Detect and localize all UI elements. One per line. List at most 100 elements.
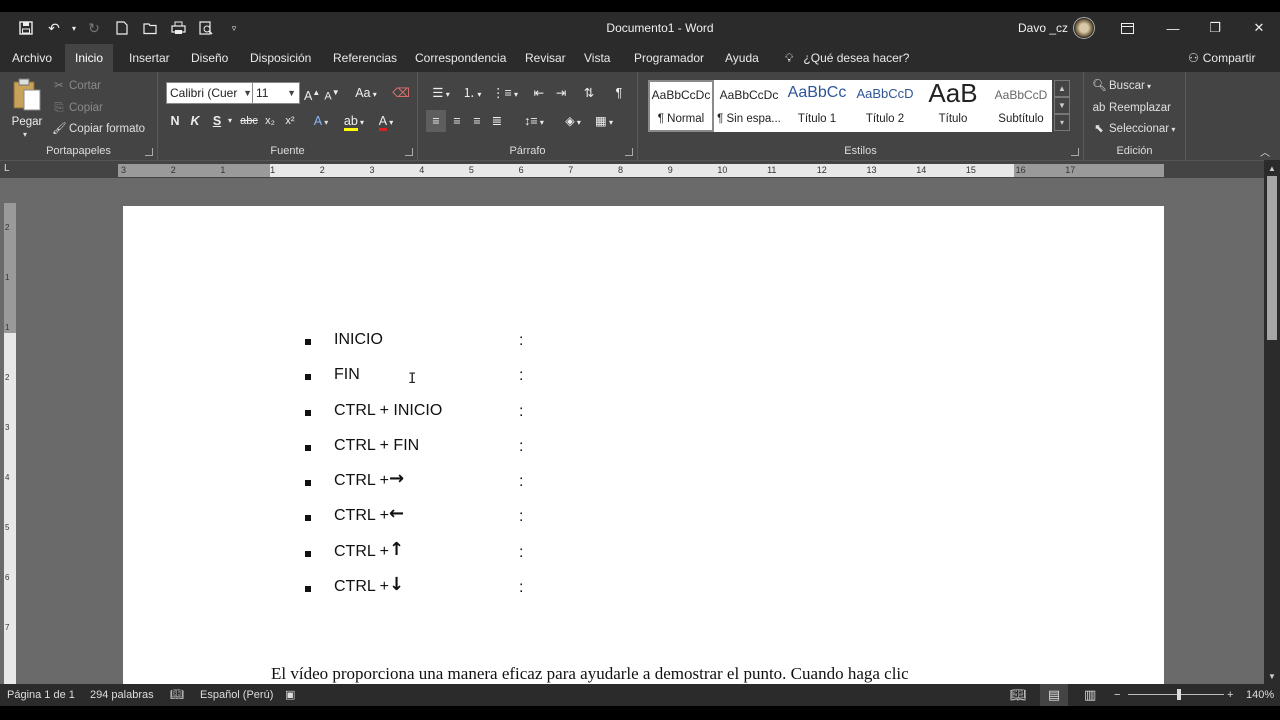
dialog-launcher-icon[interactable] (625, 148, 633, 156)
sort-icon[interactable]: ⇅ (580, 82, 598, 104)
show-marks-icon[interactable]: ¶ (610, 82, 628, 104)
list-item-key[interactable]: CTRL + (334, 471, 389, 491)
list-item-key[interactable]: FIN (334, 365, 360, 385)
shading-icon[interactable]: ◈ ▾ (560, 110, 586, 132)
clear-formatting-icon[interactable]: ⌫ (392, 82, 410, 104)
increase-indent-icon[interactable]: ⇥ (552, 82, 570, 104)
web-layout-icon[interactable]: ▥ (1084, 684, 1096, 706)
tab-referencias[interactable]: Referencias (323, 44, 407, 72)
list-item-key[interactable]: CTRL + INICIO (334, 401, 442, 421)
text-effects-icon[interactable]: A ▾ (310, 110, 332, 132)
tab-disposicion[interactable]: Disposición (240, 44, 321, 72)
style-titulo[interactable]: AaB Título (920, 78, 986, 132)
list-item-key[interactable]: CTRL + (334, 506, 389, 526)
font-size-combo[interactable]: 11 ▼ (252, 82, 300, 104)
tab-ayuda[interactable]: Ayuda (715, 44, 769, 72)
align-center-icon[interactable]: ≡ (448, 110, 466, 132)
dialog-launcher-icon[interactable] (1071, 148, 1079, 156)
save-icon[interactable] (12, 14, 40, 42)
font-name-combo[interactable]: Calibri (Cuer ▼ (166, 82, 256, 104)
tab-insertar[interactable]: Insertar (119, 44, 180, 72)
gallery-up-icon[interactable]: ▲ (1054, 80, 1070, 97)
style-titulo-1[interactable]: AaBbCc Título 1 (784, 80, 850, 132)
bullets-icon[interactable]: ☰ ▾ (428, 82, 454, 104)
undo-dropdown-icon[interactable]: ▾ (68, 14, 80, 42)
tell-me-search[interactable]: 💡︎ ¿Qué desea hacer? (785, 44, 909, 72)
align-right-icon[interactable]: ≡ (468, 110, 486, 132)
macro-record-icon[interactable]: ▣ (285, 684, 295, 706)
tab-selector-icon[interactable]: L (4, 163, 18, 177)
redo-icon[interactable]: ↻ (80, 14, 108, 42)
open-icon[interactable] (136, 14, 164, 42)
paste-button[interactable]: Pegar ▾ (8, 78, 46, 139)
multilevel-list-icon[interactable]: ⋮≡ ▾ (490, 82, 520, 104)
line-spacing-icon[interactable]: ↕≡ ▾ (520, 110, 548, 132)
tab-revisar[interactable]: Revisar (515, 44, 576, 72)
word-count[interactable]: 294 palabras (90, 684, 154, 706)
style-subtitulo[interactable]: AaBbCcD Subtítulo (988, 80, 1054, 132)
list-item-key[interactable]: CTRL + (334, 542, 389, 562)
tab-diseno[interactable]: Diseño (181, 44, 238, 72)
justify-icon[interactable]: ≣ (488, 110, 506, 132)
list-item-key[interactable]: CTRL + FIN (334, 436, 419, 456)
select-button[interactable]: ⬉ Seleccionar ▾ (1092, 119, 1175, 139)
restore-icon[interactable]: ❐ (1192, 12, 1238, 44)
zoom-out-icon[interactable]: − (1114, 684, 1120, 706)
close-icon[interactable]: ✕ (1236, 12, 1280, 44)
page-count[interactable]: Página 1 de 1 (7, 684, 75, 706)
document-area[interactable]: 2 1 1 2 3 4 5 6 7 El vídeo proporciona una maner… (0, 178, 1264, 684)
new-doc-icon[interactable] (108, 14, 136, 42)
highlight-color-icon[interactable]: ab ▾ (342, 110, 366, 132)
copy-button[interactable]: ⎘ Copiar (52, 98, 103, 118)
document-page[interactable]: El vídeo proporciona una manera eficaz p… (123, 206, 1164, 684)
zoom-in-icon[interactable]: + (1227, 684, 1233, 706)
vertical-scrollbar[interactable]: ▲ ▼ (1264, 160, 1280, 684)
style-normal[interactable]: AaBbCcDc ¶ Normal (648, 80, 714, 132)
scroll-up-icon[interactable]: ▲ (1264, 162, 1280, 176)
shrink-font-icon[interactable]: A▼ (324, 82, 340, 104)
list-item-key[interactable]: CTRL + (334, 577, 389, 597)
scroll-thumb[interactable] (1267, 176, 1277, 340)
underline-dropdown-icon[interactable]: ▾ (226, 110, 234, 132)
minimize-icon[interactable]: — (1150, 12, 1196, 44)
customize-icon[interactable]: ▿ (220, 14, 248, 42)
format-painter-button[interactable]: 🖌︎ Copiar formato (52, 119, 145, 139)
numbering-icon[interactable]: ⒈ ▾ (458, 82, 486, 104)
print-layout-icon[interactable]: ▤ (1040, 684, 1068, 706)
decrease-indent-icon[interactable]: ⇤ (530, 82, 548, 104)
style-sin-espaciado[interactable]: AaBbCcDc ¶ Sin espa... (716, 80, 782, 132)
bold-button[interactable]: N (168, 110, 182, 132)
tab-archivo[interactable]: Archivo (2, 44, 62, 72)
tab-inicio[interactable]: Inicio (65, 44, 114, 72)
user-name[interactable]: Davo _cz (1018, 12, 1068, 44)
cut-button[interactable]: ✂ Cortar (52, 76, 101, 96)
proofing-icon[interactable]: 📖︎ (170, 684, 184, 706)
read-mode-icon[interactable]: 📖︎ (1010, 684, 1027, 706)
style-titulo-2[interactable]: AaBbCcD Título 2 (852, 80, 918, 132)
grow-font-icon[interactable]: A▲ (304, 82, 320, 104)
horizontal-ruler[interactable]: 3 2 1 1 2 3 4 5 6 7 8 9 10 11 12 13 14 15 16 17 (118, 164, 1164, 177)
find-button[interactable]: 🔍︎ Buscar ▾ (1092, 76, 1151, 96)
strikethrough-button[interactable]: abc (238, 110, 260, 132)
tab-correspondencia[interactable]: Correspondencia (405, 44, 516, 72)
document-paragraph[interactable]: El vídeo proporciona una manera eficaz p… (271, 664, 909, 684)
dialog-launcher-icon[interactable] (405, 148, 413, 156)
avatar[interactable] (1073, 17, 1095, 39)
gallery-more-icon[interactable]: ▾ (1054, 114, 1070, 131)
language[interactable]: Español (Perú) (200, 684, 273, 706)
print-icon[interactable] (164, 14, 192, 42)
font-color-icon[interactable]: A ▾ (374, 110, 398, 132)
vertical-ruler[interactable]: 2 1 1 2 3 4 5 6 7 (4, 203, 16, 684)
borders-icon[interactable]: ▦ ▾ (590, 110, 618, 132)
dialog-launcher-icon[interactable] (145, 148, 153, 156)
align-left-icon[interactable]: ≡ (426, 110, 446, 132)
gallery-down-icon[interactable]: ▼ (1054, 97, 1070, 114)
italic-button[interactable]: K (188, 110, 202, 132)
print-preview-icon[interactable] (192, 14, 220, 42)
zoom-slider-thumb[interactable] (1177, 689, 1181, 700)
superscript-button[interactable]: x² (282, 110, 298, 132)
subscript-button[interactable]: x₂ (262, 110, 278, 132)
tab-vista[interactable]: Vista (574, 44, 620, 72)
replace-button[interactable]: ab Reemplazar (1092, 98, 1171, 118)
collapse-ribbon-icon[interactable]: ︿ (1260, 144, 1270, 159)
